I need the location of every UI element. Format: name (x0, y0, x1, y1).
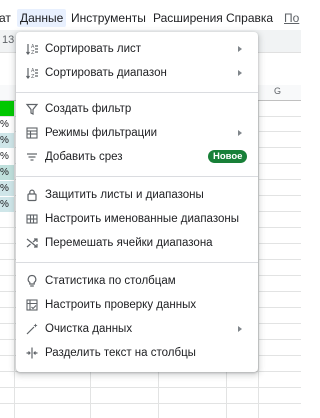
lock-icon (25, 188, 39, 202)
submenu-arrow-icon (238, 70, 242, 76)
percent-cell[interactable]: % (0, 181, 14, 196)
filter-views-icon (25, 126, 39, 140)
new-badge: Новое (208, 150, 248, 163)
menu-item-label: Режимы фильтрации (45, 127, 158, 139)
menu-divider (16, 262, 258, 263)
menu-item-protect-sheets[interactable]: Защитить листы и диапазоны (16, 183, 258, 207)
menu-item-label: Настроить проверку данных (45, 299, 197, 311)
percent-cell[interactable]: % (0, 133, 14, 148)
menu-item-sort-sheet[interactable]: A Z Сортировать лист (16, 37, 258, 61)
menu-item-label: Статистика по столбцам (45, 275, 176, 287)
menu-item-label: Настроить именованные диапазоны (45, 213, 239, 225)
column-g-header[interactable]: G (274, 86, 281, 96)
submenu-arrow-icon (238, 130, 242, 136)
data-validation-icon (25, 298, 39, 312)
menu-item-label: Разделить текст на столбцы (45, 347, 196, 359)
submenu-arrow-icon (238, 326, 242, 332)
toolbar-fragment[interactable]: 13 (2, 34, 14, 46)
menu-format[interactable]: ат (0, 11, 11, 25)
sheets-app: ат Данные Инструменты Расширения Справка… (0, 0, 301, 418)
last-edit-link[interactable]: По (284, 11, 299, 25)
menu-item-sort-range[interactable]: A Z Сортировать диапазон (16, 61, 258, 85)
named-ranges-icon (25, 212, 39, 226)
menu-tools[interactable]: Инструменты (71, 11, 146, 25)
svg-text:Z: Z (31, 74, 35, 80)
menu-item-filter-views[interactable]: Режимы фильтрации (16, 121, 258, 145)
slicer-icon (25, 150, 39, 164)
menu-item-label: Перемешать ячейки диапазона (45, 237, 213, 249)
menubar: ат Данные Инструменты Расширения Справка… (0, 0, 301, 30)
sort-range-icon: A Z (25, 66, 39, 80)
green-header-cell[interactable] (0, 101, 14, 116)
menu-item-data-validation[interactable]: Настроить проверку данных (16, 293, 258, 317)
menu-item-label: Защитить листы и диапазоны (45, 189, 204, 201)
menu-item-label: Создать фильтр (45, 103, 132, 115)
shuffle-icon (25, 236, 39, 250)
menu-item-split-text[interactable]: Разделить текст на столбцы (16, 341, 258, 365)
split-text-icon (25, 346, 39, 360)
menu-item-label: Добавить срез (45, 151, 123, 163)
menu-item-create-filter[interactable]: Создать фильтр (16, 97, 258, 121)
menu-extensions[interactable]: Расширения (153, 11, 223, 25)
menu-item-data-cleanup[interactable]: Очистка данных (16, 317, 258, 341)
menu-divider (16, 176, 258, 177)
menu-item-label: Сортировать диапазон (45, 67, 167, 79)
percent-cell[interactable]: % (0, 117, 14, 132)
sort-icon: A Z (25, 42, 39, 56)
menu-divider (16, 92, 258, 93)
menu-item-add-slicer[interactable]: Добавить срез Новое (16, 145, 258, 169)
menu-data[interactable]: Данные (17, 9, 67, 27)
filter-icon (25, 102, 39, 116)
menu-item-shuffle-range[interactable]: Перемешать ячейки диапазона (16, 231, 258, 255)
menu-item-label: Очистка данных (45, 323, 133, 335)
data-menu-dropdown: A Z Сортировать лист A Z Сортировать диа… (16, 32, 258, 372)
cleanup-icon (25, 322, 39, 336)
menu-item-named-ranges[interactable]: Настроить именованные диапазоны (16, 207, 258, 231)
menu-help[interactable]: Справка (226, 11, 273, 25)
menu-item-label: Сортировать лист (45, 43, 142, 55)
svg-text:Z: Z (31, 50, 35, 56)
percent-cell[interactable]: % (0, 165, 14, 180)
menu-item-column-stats[interactable]: Статистика по столбцам (16, 269, 258, 293)
lightbulb-icon (25, 274, 39, 288)
percent-cell[interactable]: % (0, 149, 14, 164)
percent-cell[interactable]: % (0, 197, 14, 212)
submenu-arrow-icon (238, 46, 242, 52)
